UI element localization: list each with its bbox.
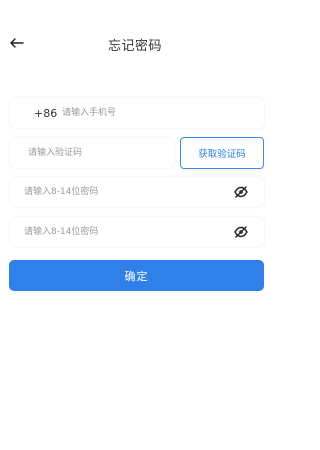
password-field bbox=[10, 177, 264, 207]
confirm-password-field bbox=[10, 217, 264, 247]
eye-off-icon[interactable] bbox=[234, 186, 248, 198]
get-code-button[interactable]: 获取验证码 bbox=[180, 137, 264, 169]
confirm-button[interactable]: 确定 bbox=[9, 260, 264, 291]
country-code-prefix[interactable]: +86 bbox=[34, 107, 62, 120]
verification-code-input[interactable] bbox=[28, 143, 158, 163]
eye-off-icon[interactable] bbox=[234, 226, 248, 238]
phone-field: +86 bbox=[10, 98, 264, 128]
verification-code-field bbox=[10, 138, 174, 168]
page-title: 忘记密码 bbox=[107, 39, 162, 54]
header: 忘记密码 bbox=[0, 0, 270, 90]
phone-input[interactable] bbox=[62, 103, 222, 123]
password-input[interactable] bbox=[24, 182, 214, 202]
confirm-password-input[interactable] bbox=[24, 222, 214, 242]
